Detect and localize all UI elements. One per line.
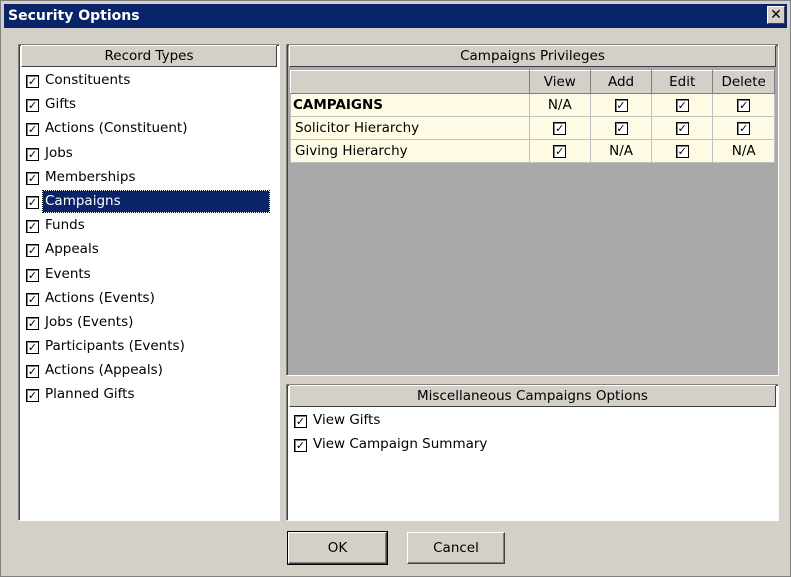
misc-options-list: ✓ View Gifts ✓ View Campaign Summary [290,410,487,458]
record-type-label: Funds [45,217,85,234]
record-type-label: Campaigns [42,189,270,213]
misc-options-header: Miscellaneous Campaigns Options [289,385,776,407]
misc-options-panel: Miscellaneous Campaigns Options ✓ View Gi… [286,384,779,521]
privilege-checkbox[interactable]: ✓ [675,98,689,112]
privilege-row-name: Solicitor Hierarchy [290,116,530,140]
record-type-item[interactable]: ✓ Constituents [22,70,276,94]
record-type-item[interactable]: ✓ Participants (Events) [22,336,276,360]
record-type-item[interactable]: ✓ Campaigns [22,189,276,215]
privilege-cell-view[interactable]: ✓ [528,116,591,140]
privilege-cell-view: N/A [528,93,591,117]
grid-corner-cell [290,70,530,94]
privilege-cell-add[interactable]: ✓ [589,116,653,140]
record-type-checkbox[interactable]: ✓ [26,99,39,113]
record-type-label: Actions (Appeals) [45,362,163,379]
record-types-header: Record Types [21,45,277,67]
record-type-checkbox[interactable]: ✓ [26,341,39,355]
record-type-label: Jobs (Events) [45,313,134,330]
record-type-label: Planned Gifts [45,386,135,403]
privilege-checkbox[interactable]: ✓ [675,144,689,158]
record-type-item[interactable]: ✓ Appeals [22,239,276,263]
record-type-checkbox[interactable]: ✓ [26,268,39,282]
record-type-item[interactable]: ✓ Actions (Appeals) [22,360,276,384]
window-title: Security Options [8,8,140,24]
security-options-dialog: Security Options ✕ Record Types ✓ Constit… [0,0,791,577]
privilege-checkbox[interactable]: ✓ [553,121,567,135]
record-type-checkbox[interactable]: ✓ [26,75,39,88]
privilege-cell-edit[interactable]: ✓ [651,139,714,163]
record-type-item[interactable]: ✓ Memberships [22,167,276,191]
privilege-row: Solicitor Hierarchy ✓ ✓ ✓ ✓ [290,116,775,140]
record-type-item[interactable]: ✓ Funds [22,215,276,239]
record-type-label: Gifts [45,96,77,113]
privilege-checkbox[interactable]: ✓ [737,121,751,135]
privilege-row: Giving Hierarchy ✓ N/A ✓ N/A [290,139,775,163]
privilege-checkbox[interactable]: ✓ [553,144,567,158]
title-bar: Security Options ✕ [4,4,787,28]
record-type-item[interactable]: ✓ Actions (Constituent) [22,118,276,142]
privilege-checkbox[interactable]: ✓ [737,98,751,112]
cancel-button[interactable]: Cancel [407,532,505,564]
privilege-cell-edit[interactable]: ✓ [651,116,714,140]
privilege-checkbox[interactable]: ✓ [675,121,689,135]
record-type-checkbox[interactable]: ✓ [26,195,39,209]
misc-option-checkbox[interactable]: ✓ [294,439,307,452]
record-type-item[interactable]: ✓ Planned Gifts [22,384,276,408]
privilege-cell-view[interactable]: ✓ [528,139,591,163]
misc-option-item[interactable]: ✓ View Campaign Summary [290,434,487,458]
misc-option-label: View Campaign Summary [313,436,488,452]
close-icon[interactable]: ✕ [767,6,785,24]
record-type-checkbox[interactable]: ✓ [26,220,39,234]
column-header-edit[interactable]: Edit [651,70,714,94]
record-type-checkbox[interactable]: ✓ [26,389,39,403]
privilege-row-name: CAMPAIGNS [290,93,530,117]
record-type-label: Actions (Events) [45,289,155,306]
misc-option-checkbox[interactable]: ✓ [294,415,307,428]
privilege-cell-add[interactable]: ✓ [589,93,653,117]
record-type-item[interactable]: ✓ Gifts [22,94,276,118]
grid-header-row: View Add Edit Delete [290,70,775,94]
privilege-cell-delete: N/A [712,139,775,163]
record-type-checkbox[interactable]: ✓ [26,123,39,137]
misc-option-item[interactable]: ✓ View Gifts [290,410,487,434]
record-type-checkbox[interactable]: ✓ [26,244,39,258]
privilege-cell-delete[interactable]: ✓ [712,116,775,140]
record-type-label: Appeals [45,241,99,258]
record-type-checkbox[interactable]: ✓ [26,171,39,185]
column-header-add[interactable]: Add [589,70,653,94]
campaigns-privileges-header: Campaigns Privileges [289,45,776,67]
privileges-grid: View Add Edit Delete CAMPAIGNS N/A ✓ ✓ ✓ Solicito… [290,70,775,163]
privilege-cell-edit[interactable]: ✓ [651,93,714,117]
column-header-view[interactable]: View [528,70,591,94]
privilege-checkbox[interactable]: ✓ [614,121,628,135]
privilege-cell-delete[interactable]: ✓ [712,93,775,117]
record-types-panel: Record Types ✓ Constituents ✓ Gifts ✓ Actions… [18,44,280,521]
record-type-label: Actions (Constituent) [45,120,188,137]
record-type-label: Jobs [45,144,73,161]
record-types-list: ✓ Constituents ✓ Gifts ✓ Actions (Constituent… [22,70,276,409]
record-type-item[interactable]: ✓ Jobs (Events) [22,312,276,336]
record-type-item[interactable]: ✓ Actions (Events) [22,288,276,312]
record-type-label: Events [45,265,91,282]
campaigns-privileges-panel: Campaigns Privileges View Add Edit Delete CA… [286,44,779,376]
record-type-checkbox[interactable]: ✓ [26,365,39,379]
ok-button[interactable]: OK [287,531,388,565]
record-type-checkbox[interactable]: ✓ [26,316,39,330]
privilege-cell-add: N/A [589,139,653,163]
privilege-checkbox[interactable]: ✓ [614,98,628,112]
privilege-row-name: Giving Hierarchy [290,139,530,163]
record-type-item[interactable]: ✓ Events [22,264,276,288]
misc-option-label: View Gifts [313,412,381,428]
privilege-row: CAMPAIGNS N/A ✓ ✓ ✓ [290,93,775,117]
record-type-item[interactable]: ✓ Jobs [22,143,276,167]
record-type-label: Constituents [45,72,131,88]
column-header-delete[interactable]: Delete [712,70,775,94]
record-type-checkbox[interactable]: ✓ [26,147,39,161]
record-type-label: Participants (Events) [45,338,185,355]
record-type-label: Memberships [45,168,136,185]
record-type-checkbox[interactable]: ✓ [26,292,39,306]
